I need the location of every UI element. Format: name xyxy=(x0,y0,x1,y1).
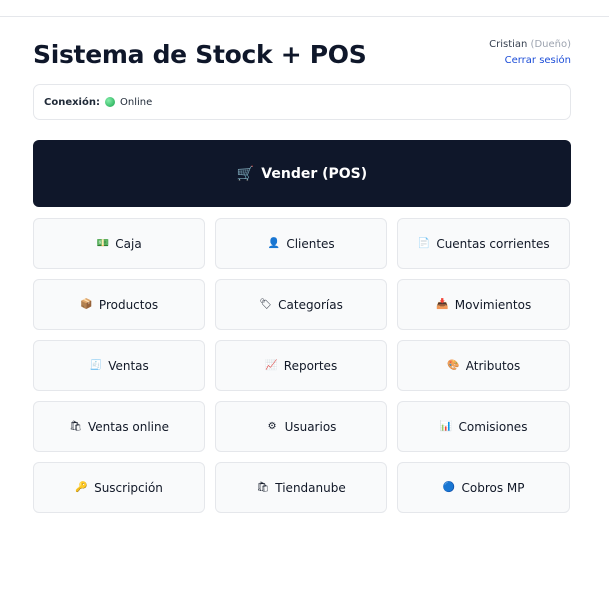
page-title: Sistema de Stock + POS xyxy=(33,40,367,69)
page-header: Sistema de Stock + POS Cristian (Dueño) … xyxy=(33,38,571,84)
menu-tile-ventas-online[interactable]: 🛍 Ventas online xyxy=(33,401,205,452)
menu-tile-movimientos[interactable]: 📥 Movimientos xyxy=(397,279,570,330)
menu-tile-cuentas-corrientes[interactable]: 📄 Cuentas corrientes xyxy=(397,218,570,269)
menu-tile-label: Movimientos xyxy=(454,297,532,312)
user-name: Cristian xyxy=(489,39,528,50)
connection-status-bar: Conexión: Online xyxy=(33,84,571,120)
menu-tile-label: Cobros MP xyxy=(461,480,525,495)
shopping-bags-icon: 🛍 xyxy=(69,420,82,432)
menu-tile-clientes[interactable]: 👤 Clientes xyxy=(215,218,387,269)
chart-up-icon: 📈 xyxy=(265,359,278,371)
tag-icon: 🏷 xyxy=(259,298,273,310)
menu-tile-label: Clientes xyxy=(286,236,335,251)
menu-tile-label: Suscripción xyxy=(94,480,163,495)
menu-tile-label: Tiendanube xyxy=(275,480,346,495)
menu-tile-comisiones[interactable]: 📊 Comisiones xyxy=(397,401,570,452)
top-divider xyxy=(0,16,609,17)
menu-tile-label: Usuarios xyxy=(284,419,337,434)
logout-link[interactable]: Cerrar sesión xyxy=(489,54,571,68)
sell-pos-label: Vender (POS) xyxy=(261,165,368,182)
package-icon: 📦 xyxy=(80,298,93,310)
key-icon: 🔑 xyxy=(75,481,88,493)
menu-tile-label: Ventas xyxy=(108,358,149,373)
menu-tile-atributos[interactable]: 🎨 Atributos xyxy=(397,340,570,391)
inbox-tray-icon: 📥 xyxy=(436,298,449,310)
menu-tile-reportes[interactable]: 📈 Reportes xyxy=(215,340,387,391)
menu-tile-productos[interactable]: 📦 Productos xyxy=(33,279,205,330)
gear-icon: ⚙ xyxy=(267,420,277,432)
document-icon: 📄 xyxy=(417,237,431,249)
menu-grid: 💵 Caja 👤 Clientes 📄 Cuentas corrientes 📦… xyxy=(33,218,571,513)
user-role: (Dueño) xyxy=(530,39,571,50)
connection-label: Conexión: xyxy=(44,96,100,108)
menu-tile-label: Cuentas corrientes xyxy=(436,236,550,251)
blue-circle-icon: 🔵 xyxy=(442,481,456,493)
receipt-icon: 🧾 xyxy=(89,359,102,371)
menu-tile-label: Productos xyxy=(98,297,159,312)
menu-tile-usuarios[interactable]: ⚙ Usuarios xyxy=(215,401,387,452)
menu-tile-label: Atributos xyxy=(465,358,521,373)
menu-tile-cobros-mp[interactable]: 🔵 Cobros MP xyxy=(397,462,570,513)
menu-tile-label: Caja xyxy=(115,236,142,251)
cart-icon: 🛒 xyxy=(236,165,255,182)
menu-tile-suscripcion[interactable]: 🔑 Suscripción xyxy=(33,462,205,513)
status-dot-icon xyxy=(104,97,115,107)
bar-chart-icon: 📊 xyxy=(439,420,453,432)
menu-tile-label: Comisiones xyxy=(458,419,528,434)
connection-status-text: Online xyxy=(119,96,153,108)
menu-tile-tiendanube[interactable]: 🛍 Tiendanube xyxy=(215,462,387,513)
menu-tile-ventas[interactable]: 🧾 Ventas xyxy=(33,340,205,391)
user-info: Cristian (Dueño) Cerrar sesión xyxy=(489,38,571,68)
cash-icon: 💵 xyxy=(96,237,109,249)
menu-tile-label: Ventas online xyxy=(88,419,169,434)
sell-pos-button[interactable]: 🛒 Vender (POS) xyxy=(33,140,571,207)
shopping-bags-icon: 🛍 xyxy=(256,481,270,493)
main-container: Sistema de Stock + POS Cristian (Dueño) … xyxy=(33,38,571,513)
menu-tile-categorias[interactable]: 🏷 Categorías xyxy=(215,279,387,330)
palette-icon: 🎨 xyxy=(447,359,460,371)
menu-tile-label: Categorías xyxy=(278,297,343,312)
menu-tile-label: Reportes xyxy=(283,358,338,373)
menu-tile-caja[interactable]: 💵 Caja xyxy=(33,218,205,269)
user-icon: 👤 xyxy=(267,237,281,249)
